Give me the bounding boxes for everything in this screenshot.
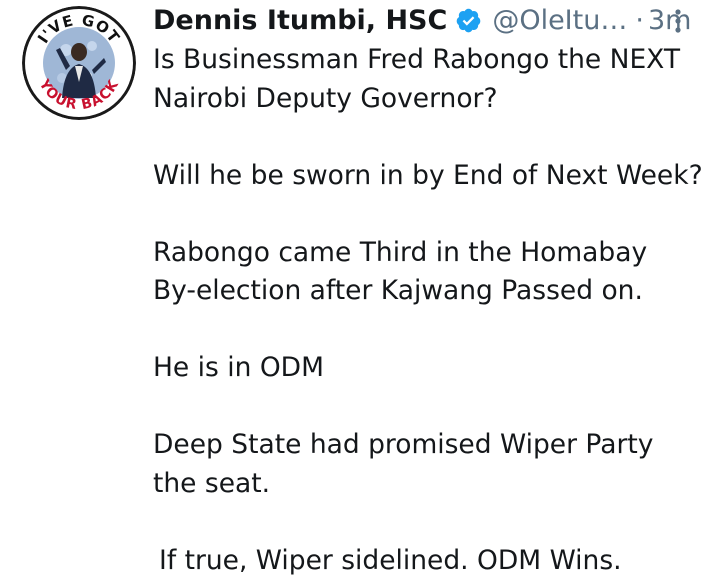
tweet-text: Is Businessman Fred Rabongo the NEXT Nai… — [153, 41, 713, 580]
tweet-header: Dennis Itumbi, HSC @OleItu… · 3m — [153, 0, 713, 40]
tweet-line: Nairobi Deputy Governor? — [153, 82, 498, 114]
tweet-line: He is in ODM — [153, 352, 324, 383]
tweet-line: Will he be sworn in by End of Next Week? — [153, 159, 703, 191]
tweet[interactable]: I'VE GOT YOUR BACK Dennis Itumbi, HSC @O… — [0, 0, 720, 587]
tweet-line: Deep State had promised Wiper Party — [153, 429, 654, 460]
more-vertical-icon[interactable] — [672, 6, 684, 36]
avatar[interactable]: I'VE GOT YOUR BACK — [22, 6, 136, 120]
separator-dot: · — [635, 4, 644, 36]
tweet-line: Rabongo came Third in the Homabay — [153, 236, 648, 268]
tweet-line: Is Businessman Fred Rabongo the NEXT — [153, 44, 681, 75]
timestamp[interactable]: 3m — [648, 5, 691, 36]
author-name[interactable]: Dennis Itumbi, HSC — [153, 5, 447, 36]
tweet-line: If true, Wiper sidelined. ODM Wins. — [159, 544, 622, 576]
tweet-line: the seat. — [153, 467, 271, 499]
author-handle[interactable]: @OleItu… — [492, 5, 627, 36]
tweet-line: By-election after Kajwang Passed on. — [153, 275, 643, 306]
avatar-image: I'VE GOT YOUR BACK — [22, 6, 136, 120]
verified-badge-icon — [455, 7, 482, 34]
